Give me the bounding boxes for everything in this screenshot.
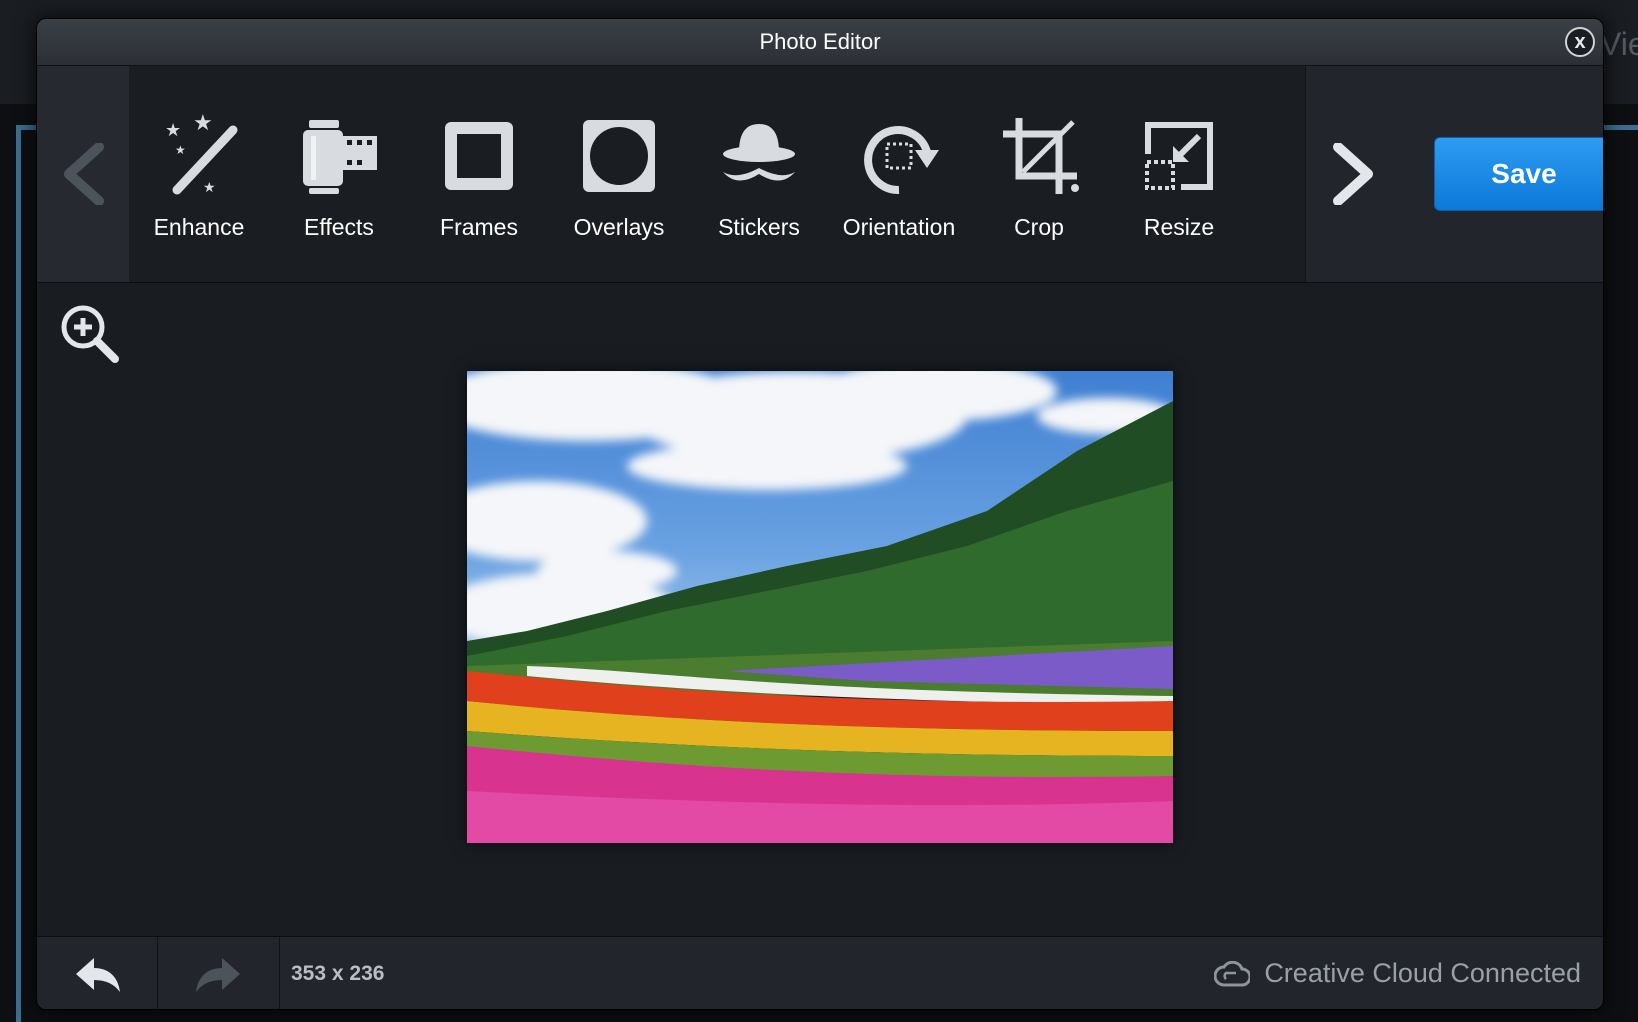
tool-label: Resize bbox=[1143, 214, 1215, 240]
chevron-right-icon bbox=[1333, 143, 1373, 205]
rotate-icon bbox=[857, 114, 941, 198]
tool-frames[interactable]: Frames bbox=[409, 66, 549, 282]
edited-photo[interactable] bbox=[467, 371, 1173, 843]
tool-label: Stickers bbox=[718, 214, 800, 240]
svg-text:★: ★ bbox=[203, 180, 216, 196]
close-button[interactable]: x bbox=[1565, 27, 1595, 57]
creative-cloud-label: Creative Cloud Connected bbox=[1264, 958, 1581, 988]
save-button[interactable]: Save bbox=[1434, 137, 1603, 211]
zoom-in-icon bbox=[61, 305, 119, 363]
undo-button[interactable] bbox=[37, 937, 158, 1009]
next-tools-button[interactable] bbox=[1305, 66, 1403, 282]
dialog-title: Photo Editor bbox=[759, 29, 881, 54]
overlay-circle-icon bbox=[577, 114, 661, 198]
previous-tools-button[interactable] bbox=[37, 66, 130, 282]
title-bar: Photo Editor x bbox=[37, 19, 1603, 66]
tool-label: Crop bbox=[1014, 214, 1064, 240]
hat-mustache-icon bbox=[717, 114, 801, 198]
redo-icon bbox=[195, 957, 240, 992]
svg-text:★: ★ bbox=[193, 114, 213, 136]
svg-text:★: ★ bbox=[175, 143, 186, 157]
tool-label: Effects bbox=[304, 214, 374, 240]
creative-cloud-status: Creative Cloud Connected bbox=[1214, 937, 1581, 1009]
redo-button[interactable] bbox=[158, 937, 280, 1009]
chevron-left-icon bbox=[64, 143, 104, 205]
magic-wand-icon: ★ ★ ★ ★ bbox=[157, 114, 241, 198]
tool-orientation[interactable]: Orientation bbox=[829, 66, 969, 282]
zoom-in-button[interactable] bbox=[59, 303, 121, 365]
tool-label: Orientation bbox=[842, 214, 956, 240]
tool-enhance[interactable]: ★ ★ ★ ★ Enhance bbox=[129, 66, 269, 282]
save-area: Save bbox=[1402, 66, 1603, 282]
tool-stickers[interactable]: Stickers bbox=[689, 66, 829, 282]
frame-icon bbox=[437, 114, 521, 198]
photo-editor-dialog: Photo Editor x ★ ★ ★ ★ Enhance Effects F… bbox=[36, 18, 1604, 1010]
resize-icon bbox=[1137, 114, 1221, 198]
tool-list: ★ ★ ★ ★ Enhance Effects Frames Overlays … bbox=[129, 66, 1305, 282]
tool-effects[interactable]: Effects bbox=[269, 66, 409, 282]
svg-text:★: ★ bbox=[165, 120, 181, 141]
crop-icon bbox=[997, 114, 1081, 198]
tool-bar: ★ ★ ★ ★ Enhance Effects Frames Overlays … bbox=[37, 66, 1603, 283]
tool-label: Enhance bbox=[153, 214, 245, 240]
tool-label: Overlays bbox=[573, 214, 665, 240]
background-peek-text: Vie bbox=[1600, 26, 1638, 62]
tool-overlays[interactable]: Overlays bbox=[549, 66, 689, 282]
status-bar: 353 x 236 Creative Cloud Connected bbox=[37, 936, 1603, 1009]
creative-cloud-icon bbox=[1214, 960, 1251, 987]
image-dimensions: 353 x 236 bbox=[291, 961, 385, 985]
tool-crop[interactable]: Crop bbox=[969, 66, 1109, 282]
tool-label: Frames bbox=[440, 214, 518, 240]
tool-resize[interactable]: Resize bbox=[1109, 66, 1249, 282]
undo-icon bbox=[76, 957, 120, 992]
film-canister-icon bbox=[297, 114, 381, 198]
